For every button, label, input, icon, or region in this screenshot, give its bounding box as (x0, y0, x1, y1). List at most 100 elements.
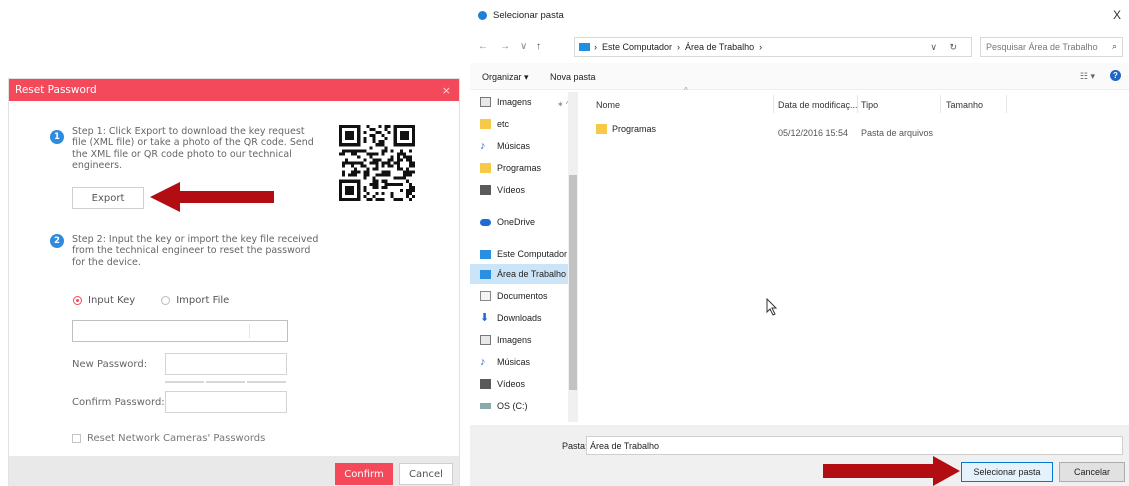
nav-item-label: Vídeos (497, 185, 526, 195)
export-button[interactable]: Export (72, 187, 144, 209)
command-bar: Organizar ▾ Nova pasta ☷ ▾ ? (470, 63, 1129, 90)
input-key-radio[interactable] (73, 296, 82, 305)
back-arrow-icon[interactable]: ← (478, 41, 488, 52)
nav-item[interactable]: Imagens (470, 330, 568, 350)
computer-icon (480, 249, 491, 259)
reset-cameras-option: Reset Network Cameras' Passwords (72, 433, 265, 444)
image-icon (480, 97, 491, 107)
nav-item[interactable]: Imagens (470, 92, 568, 112)
nav-item-label: Programas (497, 163, 542, 173)
mouse-cursor-icon (766, 298, 778, 316)
video-icon (480, 185, 491, 195)
folder-dialog-titlebar: Selecionar pasta (478, 10, 564, 21)
reset-cameras-label: Reset Network Cameras' Passwords (87, 433, 266, 444)
new-password-field[interactable] (165, 353, 287, 375)
nav-item-label: Vídeos (497, 379, 526, 389)
nav-item[interactable]: OS (C:) (470, 396, 568, 416)
nav-item[interactable]: Programas (470, 158, 568, 178)
navigation-pane: Imagens etc ♪ Músicas Programas Vídeos OneDriv… (470, 92, 578, 422)
new-folder-button[interactable]: Nova pasta (550, 72, 596, 82)
search-icon[interactable]: ⌕ (1112, 41, 1117, 52)
chevron-down-icon[interactable]: ∨ (930, 42, 937, 52)
new-password-label: New Password: (72, 359, 148, 370)
reset-cameras-checkbox[interactable] (72, 434, 81, 443)
nav-item-label: OneDrive (497, 217, 536, 227)
column-header-size[interactable]: Tamanho (946, 100, 983, 110)
nav-scrollbar-thumb[interactable] (569, 175, 577, 390)
folder-input[interactable]: Área de Trabalho (586, 436, 1123, 455)
nav-item[interactable]: Vídeos (470, 180, 568, 200)
nav-item[interactable]: ⬇ Downloads (470, 308, 568, 328)
reset-dialog-header: Reset Password × (9, 79, 459, 101)
file-name: Programas (612, 124, 657, 134)
nav-item-label: OS (C:) (497, 401, 528, 411)
music-icon: ♪ (480, 140, 486, 152)
search-placeholder: Pesquisar Área de Trabalho (986, 42, 1098, 52)
forward-arrow-icon[interactable]: → (500, 41, 510, 52)
refresh-icon[interactable]: ↻ (949, 42, 957, 52)
select-folder-button[interactable]: Selecionar pasta (961, 462, 1053, 482)
folder-label: Pasta: (562, 441, 588, 451)
step-1-text: Step 1: Click Export to download the key… (72, 126, 314, 172)
nav-item[interactable]: Área de Trabalho (470, 264, 568, 284)
organize-menu[interactable]: Organizar ▾ (482, 72, 529, 83)
key-source-options: Input Key Import File (73, 295, 229, 306)
sort-indicator-icon: ^ (684, 86, 688, 95)
file-modified: 05/12/2016 15:54 (778, 128, 849, 138)
close-icon[interactable]: × (442, 84, 451, 97)
video-icon (480, 379, 491, 389)
breadcrumb-item[interactable]: Área de Trabalho (685, 42, 754, 52)
view-options-icon[interactable]: ☷ ▾ (1080, 71, 1095, 82)
help-icon[interactable]: ? (1110, 70, 1121, 81)
column-header-name[interactable]: Nome (596, 100, 620, 110)
file-row[interactable]: Programas (596, 124, 656, 134)
import-file-radio[interactable] (161, 296, 171, 305)
column-header-type[interactable]: Tipo (861, 100, 878, 110)
nav-item[interactable]: Vídeos (470, 374, 568, 394)
import-file-label: Import File (176, 295, 230, 306)
recent-locations-icon[interactable]: ∨ (520, 41, 527, 52)
breadcrumb-item[interactable]: Este Computador (602, 42, 672, 52)
drive-icon (480, 403, 491, 409)
nav-item-label: Downloads (497, 313, 542, 323)
step-2-badge: 2 (50, 234, 64, 248)
reset-password-dialog: Reset Password × 1 Step 1: Click Export … (8, 78, 460, 486)
annotation-arrow-export (150, 182, 274, 212)
input-key-label: Input Key (88, 295, 136, 306)
nav-item[interactable]: Documentos (470, 286, 568, 306)
folder-dialog-title: Selecionar pasta (493, 10, 564, 21)
nav-item[interactable]: ♪ Músicas (470, 352, 568, 372)
reset-dialog-title: Reset Password (15, 84, 97, 96)
close-icon[interactable]: X (1113, 8, 1121, 22)
nav-item-label: Músicas (497, 357, 531, 367)
address-bar[interactable]: › Este Computador › Área de Trabalho › ∨… (574, 37, 972, 57)
folder-icon (596, 124, 607, 134)
cancel-button[interactable]: Cancel (399, 463, 453, 485)
computer-icon (480, 269, 491, 279)
search-input[interactable]: Pesquisar Área de Trabalho ⌕ (980, 37, 1123, 57)
nav-item[interactable]: Este Computador (470, 244, 568, 264)
confirm-password-label: Confirm Password: (72, 397, 165, 408)
nav-item[interactable]: etc (470, 114, 568, 134)
key-input[interactable] (72, 320, 288, 342)
select-folder-dialog: Selecionar pasta X ← → ∨ ↑ › Este Comput… (470, 0, 1129, 486)
confirm-password-field[interactable] (165, 391, 287, 413)
qr-code-image (339, 125, 415, 201)
step-2-text: Step 2: Input the key or import the key … (72, 234, 319, 268)
up-arrow-icon[interactable]: ↑ (536, 41, 541, 52)
column-header-modified[interactable]: Data de modificaç... (778, 100, 858, 110)
file-type: Pasta de arquivos (861, 128, 934, 138)
image-icon (480, 335, 491, 345)
folder-input-value: Área de Trabalho (590, 440, 660, 451)
address-controls: ∨ ↻ (930, 42, 962, 53)
document-icon (480, 291, 491, 301)
nav-item[interactable]: ♪ Músicas (470, 136, 568, 156)
nav-item-label: Documentos (497, 291, 548, 301)
annotation-arrow-select (823, 456, 960, 486)
confirm-button[interactable]: Confirm (335, 463, 393, 485)
nav-item-label: Imagens (497, 97, 532, 107)
folder-icon (480, 119, 491, 129)
cancel-button[interactable]: Cancelar (1059, 462, 1125, 482)
nav-item-label: Este Computador (497, 249, 568, 259)
nav-item[interactable]: OneDrive (470, 212, 568, 232)
